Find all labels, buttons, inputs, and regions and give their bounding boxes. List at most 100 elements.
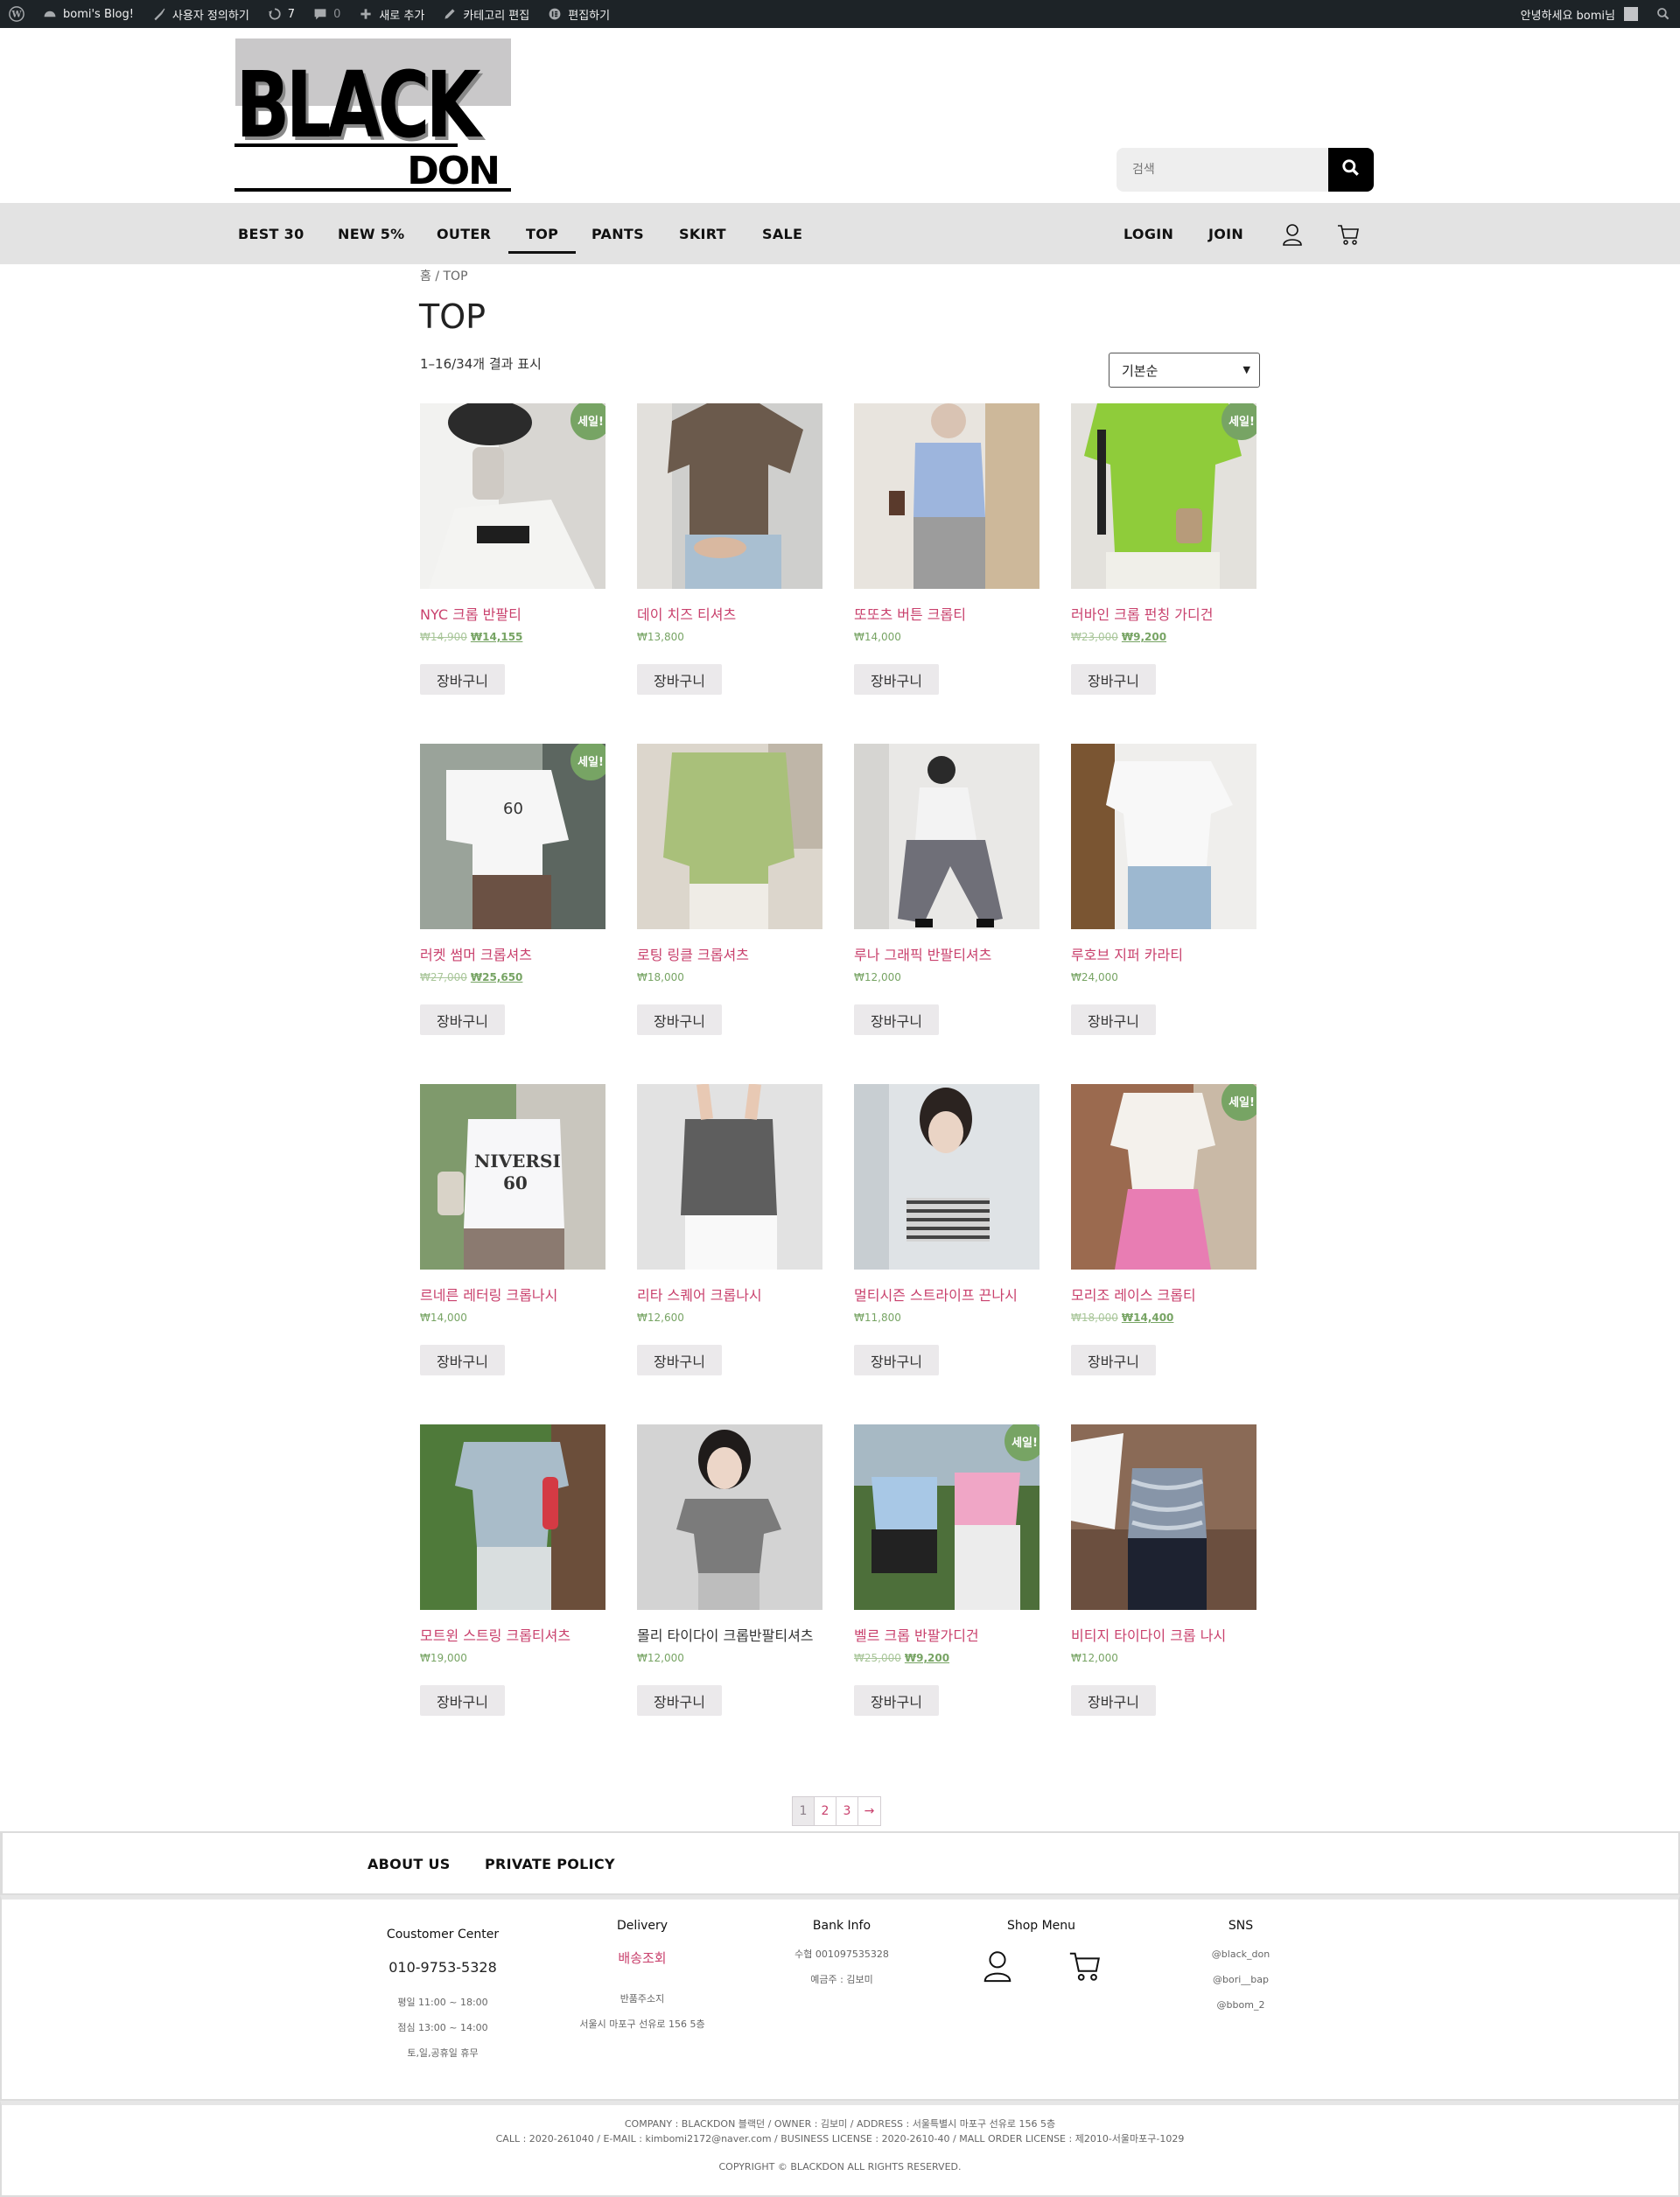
wordpress-logo-menu[interactable]: W — [0, 0, 33, 28]
product-name[interactable]: 르네른 레터링 크롭나시 — [420, 1287, 606, 1305]
sns-info: SNS @black_don @bori__bap @bbom_2 — [1212, 1919, 1270, 2018]
product-name[interactable]: NYC 크롭 반팔티 — [420, 606, 606, 624]
product-image[interactable] — [854, 403, 1040, 589]
updates-count: 7 — [287, 7, 296, 21]
product-image[interactable]: 세일! — [1071, 1084, 1256, 1270]
add-to-cart-button[interactable]: 장바구니 — [637, 664, 722, 695]
new-label: 새로 추가 — [379, 9, 425, 23]
next-page-arrow[interactable]: → — [858, 1797, 880, 1825]
add-to-cart-button[interactable]: 장바구니 — [854, 1685, 939, 1716]
orderby-select[interactable]: 기본순 ▼ — [1109, 353, 1260, 388]
product-price: ₩18,000 — [637, 971, 822, 983]
product-image[interactable]: 60 세일! — [420, 744, 606, 929]
product-image[interactable] — [637, 1424, 822, 1610]
add-to-cart-button[interactable]: 장바구니 — [854, 664, 939, 695]
add-to-cart-button[interactable]: 장바구니 — [637, 1685, 722, 1716]
private-policy-link[interactable]: PRIVATE POLICY — [485, 1856, 615, 1872]
product-image[interactable]: 세일! — [854, 1424, 1040, 1610]
product-card: 리타 스퀘어 크롭나시 ₩12,600 장바구니 — [637, 1084, 822, 1375]
product-image[interactable]: NIVERSI 60 — [420, 1084, 606, 1270]
delivery-tracking-link[interactable]: 배송조회 — [579, 1949, 704, 1967]
my-account-menu[interactable]: 안녕하세요 bomi님 — [1512, 0, 1647, 28]
product-name[interactable]: 루호브 지퍼 카라티 — [1071, 947, 1256, 964]
product-image[interactable] — [637, 1084, 822, 1270]
admin-search[interactable] — [1647, 0, 1680, 28]
price: ₩12,600 — [637, 1312, 684, 1324]
about-us-link[interactable]: ABOUT US — [368, 1856, 451, 1872]
search-input[interactable] — [1116, 148, 1328, 192]
product-name[interactable]: 또또츠 버튼 크롭티 — [854, 606, 1040, 624]
product-name[interactable]: 모트윈 스트링 크롭티셔츠 — [420, 1627, 606, 1645]
product-name[interactable]: 러켓 썸머 크롭셔츠 — [420, 947, 606, 964]
product-image[interactable] — [637, 744, 822, 929]
product-name[interactable]: 데이 치즈 티셔츠 — [637, 606, 822, 624]
nav-item-top[interactable]: TOP — [508, 203, 577, 264]
product-image[interactable] — [420, 1424, 606, 1610]
product-image[interactable] — [854, 1084, 1040, 1270]
product-image[interactable] — [854, 744, 1040, 929]
product-image[interactable] — [1071, 1424, 1256, 1610]
site-logo[interactable]: BLACK BLACK DON — [234, 38, 513, 193]
nav-item-best30[interactable]: BEST 30 — [238, 203, 304, 264]
page-2[interactable]: 2 — [815, 1797, 836, 1825]
product-name[interactable]: 비티지 타이다이 크롭 나시 — [1071, 1627, 1256, 1645]
account-icon[interactable] — [980, 1949, 1015, 1987]
add-to-cart-button[interactable]: 장바구니 — [637, 1004, 722, 1035]
product-name[interactable]: 멀티시즌 스트라이프 끈나시 — [854, 1287, 1040, 1305]
nav-item-pants[interactable]: PANTS — [592, 203, 644, 264]
edit-category-link[interactable]: 카테고리 편집 — [433, 0, 538, 28]
add-to-cart-button[interactable]: 장바구니 — [854, 1004, 939, 1035]
account-icon[interactable] — [1280, 222, 1305, 247]
add-to-cart-button[interactable]: 장바구니 — [420, 1685, 505, 1716]
site-name-menu[interactable]: bomi's Blog! — [33, 0, 143, 28]
product-name[interactable]: 루나 그래픽 반팔티셔츠 — [854, 947, 1040, 964]
product-image[interactable] — [1071, 744, 1256, 929]
product-name[interactable]: 모리조 레이스 크롭티 — [1071, 1287, 1256, 1305]
comments-link[interactable]: 0 — [304, 0, 349, 28]
sns-handle[interactable]: @black_don — [1212, 1942, 1270, 1967]
brush-icon — [151, 6, 167, 22]
breadcrumb[interactable]: 홈 / TOP — [420, 267, 468, 284]
nav-item-skirt[interactable]: SKIRT — [679, 203, 726, 264]
nav-item-sale[interactable]: SALE — [762, 203, 802, 264]
customize-link[interactable]: 사용자 정의하기 — [143, 0, 258, 28]
updates-link[interactable]: 7 — [258, 0, 304, 28]
cart-icon[interactable] — [1068, 1949, 1102, 1987]
product-name[interactable]: 로팅 링클 크롭셔츠 — [637, 947, 822, 964]
product-price: ₩12,000 — [854, 971, 1040, 983]
price: ₩18,000 — [637, 971, 684, 983]
product-image[interactable]: 세일! — [1071, 403, 1256, 589]
add-to-cart-button[interactable]: 장바구니 — [1071, 664, 1156, 695]
product-image[interactable] — [637, 403, 822, 589]
nav-item-new5[interactable]: NEW 5% — [338, 203, 405, 264]
price: ₩12,000 — [1071, 1652, 1118, 1664]
add-to-cart-button[interactable]: 장바구니 — [420, 1345, 505, 1375]
product-card: 루나 그래픽 반팔티셔츠 ₩12,000 장바구니 — [854, 744, 1040, 1035]
join-link[interactable]: JOIN — [1208, 203, 1243, 264]
regular-price: ₩25,000 — [854, 1652, 901, 1664]
nav-item-outer[interactable]: OUTER — [437, 203, 491, 264]
cart-icon[interactable] — [1336, 222, 1361, 247]
sns-handle[interactable]: @bbom_2 — [1212, 1992, 1270, 2018]
product-name[interactable]: 벨르 크롭 반팔가디건 — [854, 1627, 1040, 1645]
add-to-cart-button[interactable]: 장바구니 — [420, 664, 505, 695]
product-name[interactable]: 리타 스퀘어 크롭나시 — [637, 1287, 822, 1305]
login-link[interactable]: LOGIN — [1124, 203, 1173, 264]
add-to-cart-button[interactable]: 장바구니 — [420, 1004, 505, 1035]
add-to-cart-button[interactable]: 장바구니 — [1071, 1345, 1156, 1375]
product-name[interactable]: 몰리 타이다이 크롭반팔티셔츠 — [637, 1627, 822, 1645]
add-to-cart-button[interactable]: 장바구니 — [854, 1345, 939, 1375]
sns-handle[interactable]: @bori__bap — [1212, 1967, 1270, 1992]
elementor-edit-link[interactable]: 편집하기 — [538, 0, 619, 28]
product-name[interactable]: 러바인 크롭 펀칭 가디건 — [1071, 606, 1256, 624]
add-to-cart-button[interactable]: 장바구니 — [1071, 1685, 1156, 1716]
page-1: 1 — [793, 1797, 815, 1825]
product-image[interactable]: 세일! — [420, 403, 606, 589]
search-button[interactable] — [1328, 148, 1374, 192]
page-3[interactable]: 3 — [836, 1797, 858, 1825]
new-content-link[interactable]: 새로 추가 — [349, 0, 433, 28]
add-to-cart-button[interactable]: 장바구니 — [1071, 1004, 1156, 1035]
logo-text-main: BLACK — [236, 52, 484, 158]
product-card: NIVERSI 60 르네른 레터링 크롭나시 ₩14,000 장바구니 — [420, 1084, 606, 1375]
add-to-cart-button[interactable]: 장바구니 — [637, 1345, 722, 1375]
